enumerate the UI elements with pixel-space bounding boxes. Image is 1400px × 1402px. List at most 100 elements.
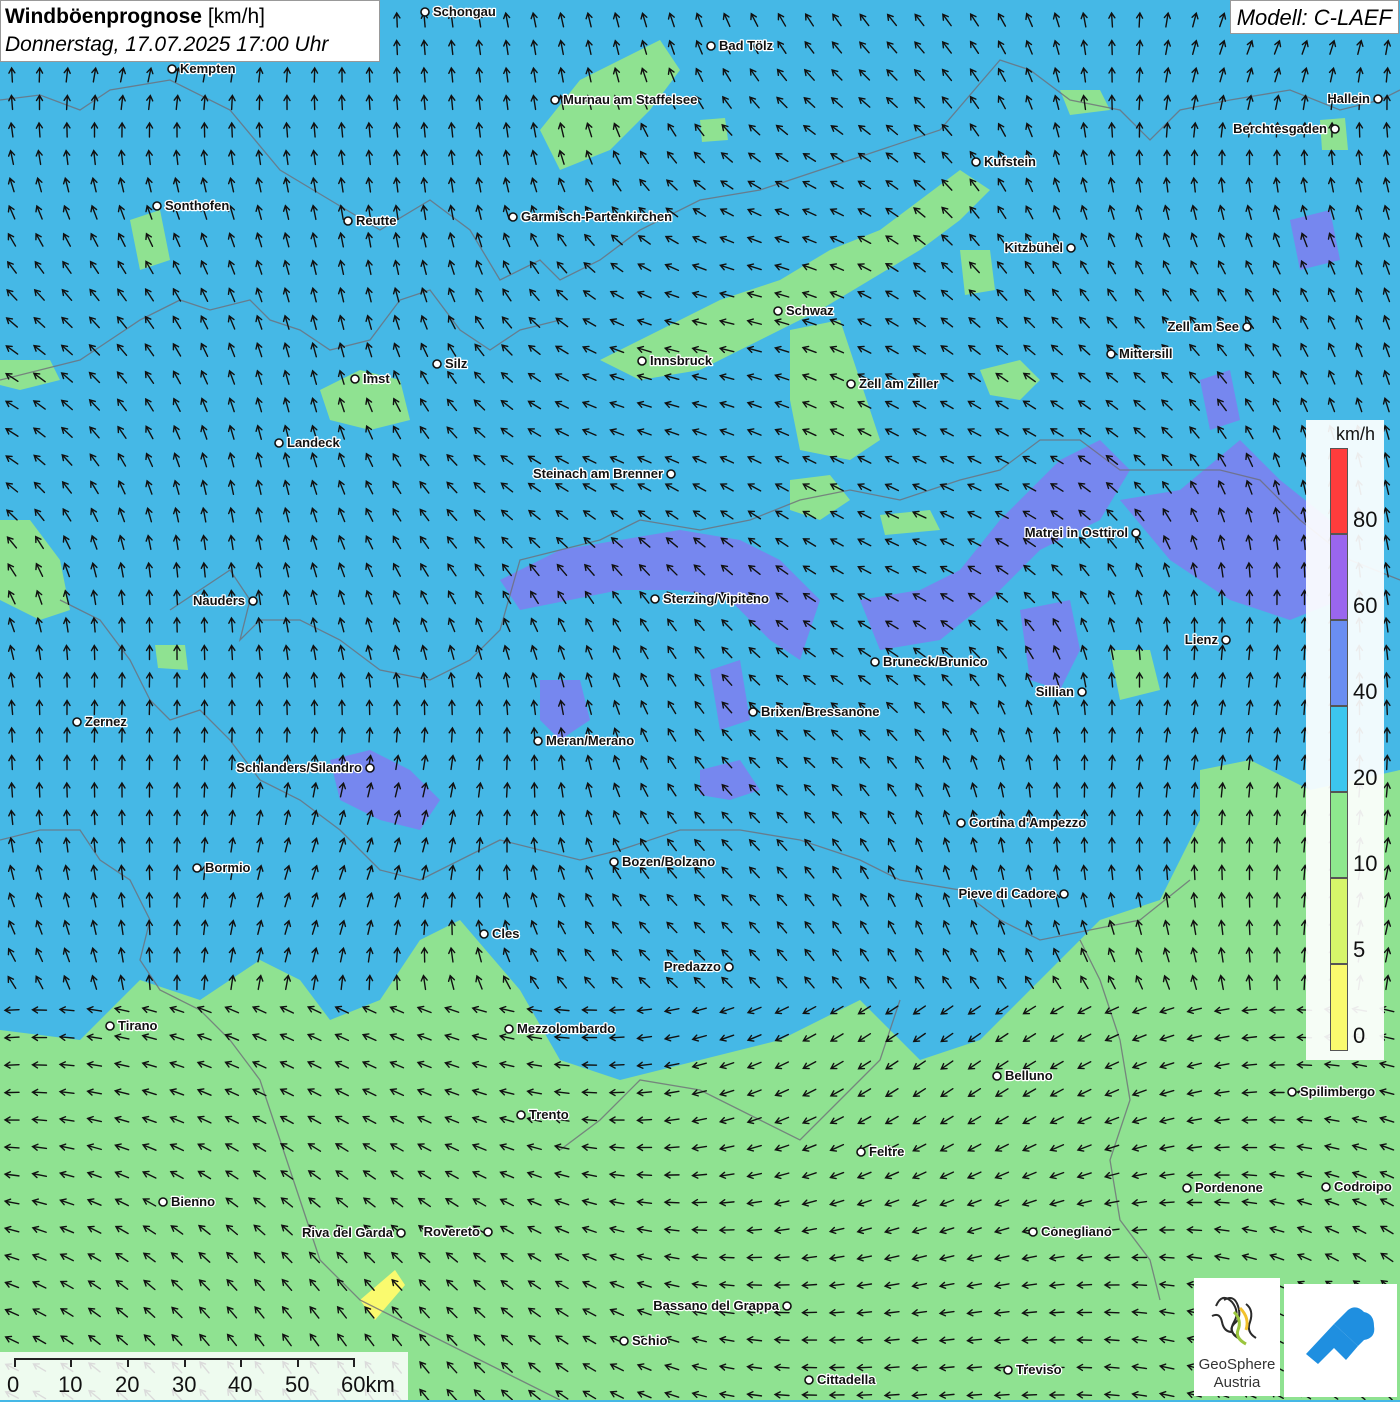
city-dot	[192, 863, 202, 873]
city-label: Mittersill	[1119, 346, 1172, 361]
city-label: Zell am See	[1167, 319, 1239, 334]
city-dot	[158, 1197, 168, 1207]
city-label: Reutte	[356, 213, 396, 228]
city-label: Rovereto	[424, 1224, 480, 1239]
city-marker[interactable]: Sonthofen	[152, 197, 231, 214]
city-marker[interactable]: Conegliano	[1028, 1223, 1113, 1240]
color-legend: km/h 80 60 40 20 10 5 0	[1306, 420, 1384, 1060]
city-dot	[619, 1336, 629, 1346]
city-dot	[167, 64, 177, 74]
city-label: Schio	[632, 1333, 667, 1348]
scale-label: 0	[7, 1372, 20, 1397]
legend-label-80: 80	[1353, 507, 1378, 532]
city-dot	[1059, 889, 1069, 899]
geosphere-logo-line2: Austria	[1213, 1374, 1261, 1391]
city-marker[interactable]: Zell am See	[1166, 318, 1252, 335]
city-label: Murnau am Staffelsee	[563, 92, 697, 107]
city-label: Kufstein	[984, 154, 1036, 169]
city-label: Nauders	[193, 593, 245, 608]
legend-segment-20-40	[1330, 706, 1348, 792]
city-marker[interactable]: Spilimbergo	[1287, 1083, 1376, 1100]
city-marker[interactable]: Brixen/Bressanone	[748, 703, 881, 720]
city-dot	[1131, 528, 1141, 538]
city-label: Sterzing/Vipiteno	[663, 591, 769, 606]
city-marker[interactable]: Murnau am Staffelsee	[550, 91, 699, 108]
city-dot	[152, 201, 162, 211]
calm-wind-area	[960, 250, 995, 295]
city-marker[interactable]: Cortina d'Ampezzo	[956, 814, 1088, 831]
scale-tick	[240, 1358, 242, 1367]
city-dot	[504, 1024, 514, 1034]
city-label: Landeck	[287, 435, 341, 450]
legend-segment-40-60	[1330, 620, 1348, 706]
city-marker[interactable]: Riva del Garda	[301, 1224, 406, 1241]
city-dot	[483, 1227, 493, 1237]
legend-segment-10-20	[1330, 792, 1348, 878]
city-dot	[1321, 1182, 1331, 1192]
city-marker[interactable]: Meran/Merano	[533, 732, 635, 749]
city-marker[interactable]: Pieve di Cadore	[957, 885, 1069, 902]
city-label: Bormio	[205, 860, 251, 875]
city-marker[interactable]: Steinach am Brenner	[532, 465, 676, 482]
city-dot	[248, 596, 258, 606]
city-marker[interactable]: Garmisch-Partenkirchen	[508, 208, 673, 225]
city-label: Bienno	[171, 1194, 215, 1209]
legend-label-40: 40	[1353, 679, 1378, 704]
city-dot	[432, 359, 442, 369]
title-box: Windböenprognose [km/h] Donnerstag, 17.0…	[0, 0, 380, 62]
geosphere-logo-line1: GeoSphere	[1198, 1356, 1276, 1373]
city-dot	[956, 818, 966, 828]
city-marker[interactable]: Matrei in Osttirol	[1023, 524, 1141, 541]
city-label: Feltre	[869, 1144, 904, 1159]
city-dot	[773, 306, 783, 316]
city-dot	[533, 736, 543, 746]
city-dot	[1028, 1227, 1038, 1237]
city-dot	[870, 657, 880, 667]
city-marker[interactable]: Pordenone	[1182, 1179, 1264, 1196]
city-marker[interactable]: Schongau	[420, 3, 497, 20]
legend-unit: km/h	[1336, 424, 1376, 444]
scale-label: 60km	[341, 1372, 395, 1397]
city-marker[interactable]: Mezzolombardo	[504, 1020, 617, 1037]
scale-tick	[297, 1358, 299, 1367]
city-label: Cortina d'Ampezzo	[969, 815, 1086, 830]
city-dot	[748, 707, 758, 717]
city-label: Predazzo	[664, 959, 721, 974]
title-main: Windböenprognose	[5, 5, 202, 28]
city-marker[interactable]: Schlanders/Silandro	[235, 759, 375, 776]
city-marker[interactable]: Bruneck/Brunico	[870, 653, 989, 670]
city-dot	[804, 1375, 814, 1385]
city-dot	[724, 962, 734, 972]
legend-segment-0-5	[1330, 964, 1348, 1051]
city-marker[interactable]: Bozen/Bolzano	[609, 853, 716, 870]
city-marker[interactable]: Bassano del Grappa	[652, 1297, 792, 1314]
city-marker[interactable]: Berchtesgaden	[1232, 120, 1340, 137]
geosphere-logo[interactable]: GeoSphere Austria	[1194, 1278, 1280, 1396]
city-dot	[72, 717, 82, 727]
city-label: Tirano	[118, 1018, 158, 1033]
city-label: Spilimbergo	[1300, 1084, 1375, 1099]
weather-app-logo[interactable]	[1284, 1284, 1397, 1397]
legend-label-20: 20	[1353, 765, 1378, 790]
legend-label-60: 60	[1353, 593, 1378, 618]
city-dot	[1287, 1087, 1297, 1097]
scale-tick	[14, 1358, 16, 1367]
city-dot	[350, 374, 360, 384]
legend-segment-5-10	[1330, 878, 1348, 964]
city-marker[interactable]: Innsbruck	[637, 352, 714, 369]
city-dot	[637, 356, 647, 366]
city-label: Bruneck/Brunico	[883, 654, 988, 669]
city-dot	[343, 216, 353, 226]
city-dot	[1182, 1183, 1192, 1193]
legend-segment-80-plus	[1330, 448, 1348, 534]
city-label: Sonthofen	[165, 198, 229, 213]
city-label: Matrei in Osttirol	[1025, 525, 1128, 540]
city-label: Zell am Ziller	[859, 376, 938, 391]
wind-gust-map[interactable]: Schongau Bad Tölz Kempten Murnau am Staffel…	[0, 0, 1400, 1400]
city-label: Trento	[529, 1107, 569, 1122]
scale-tick	[353, 1358, 355, 1367]
scale-label: 50	[285, 1372, 310, 1397]
map-title: Windböenprognose [km/h]	[5, 3, 375, 31]
city-marker[interactable]: Zell am Ziller	[846, 375, 940, 392]
city-marker[interactable]: Sterzing/Vipiteno	[650, 590, 770, 607]
